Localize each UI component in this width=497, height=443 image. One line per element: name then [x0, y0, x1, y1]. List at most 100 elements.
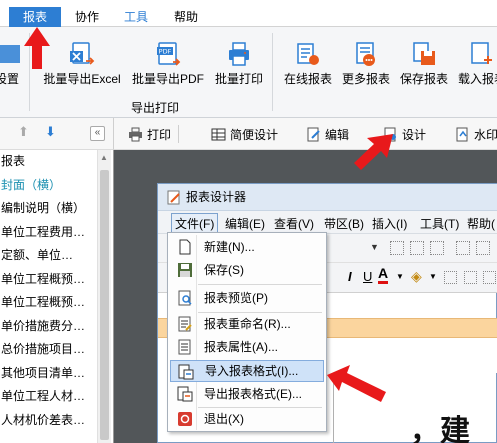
designer-title-bar[interactable]: 报表设计器 [158, 184, 497, 211]
watermark-button[interactable]: 水印 [455, 126, 497, 143]
tree-item[interactable]: 人材机价差表… [0, 409, 97, 433]
menu-item-exit[interactable]: 退出(X) [170, 408, 324, 430]
rename-icon [178, 316, 192, 332]
border-icon[interactable] [464, 271, 477, 284]
menu-item-new[interactable]: 新建(N)... [170, 236, 324, 258]
tab-report[interactable]: 报表 [9, 7, 61, 27]
menu-item-rename[interactable]: 报表重命名(R)... [170, 313, 324, 335]
report-tree: 报表 封面（横） 编制说明（横） 单位工程费用… 定额、单位… 单位工程概预… … [0, 150, 97, 443]
fill-color-icon[interactable]: ◈ [411, 268, 422, 285]
online-report-button[interactable]: 在线报表 [282, 41, 334, 87]
align-right-icon[interactable] [430, 241, 444, 255]
tree-item[interactable]: 单价措施费分… [0, 315, 97, 339]
menu-item-preview[interactable]: 报表预览(P) [170, 287, 324, 309]
align-left-icon[interactable] [390, 241, 404, 255]
printer-icon [229, 42, 249, 66]
menu-item-save[interactable]: 保存(S) [170, 259, 324, 281]
tab-help[interactable]: 帮助 [168, 7, 204, 27]
watermark-icon [456, 127, 468, 142]
load-report-button[interactable]: 载入报表 [456, 41, 497, 87]
annotation-arrow-design-icon [354, 134, 393, 170]
align-bottom-icon[interactable] [476, 241, 490, 255]
underline-icon[interactable]: U [363, 269, 372, 284]
border-icon[interactable] [444, 271, 457, 284]
batch-print-button[interactable]: 批量打印 [212, 41, 266, 87]
save-report-button[interactable]: 保存报表 [398, 41, 450, 87]
collapse-panel-button[interactable]: « [90, 126, 105, 141]
border-icon[interactable] [483, 271, 496, 284]
dropdown-arrow-icon[interactable]: ▼ [370, 242, 379, 252]
settings-button[interactable]: 设置 [0, 41, 20, 87]
simple-design-button[interactable]: 简便设计 [211, 126, 278, 143]
tree-item[interactable]: 总价措施项目… [0, 338, 97, 362]
menu-tab-bar: 报表 协作 工具 帮助 [0, 0, 497, 27]
menu-item-export-format[interactable]: 导出报表格式(E)... [170, 383, 324, 405]
menu-file[interactable]: 文件(F) [171, 213, 219, 234]
tree-item[interactable]: 报表 [0, 150, 97, 174]
tree-item[interactable]: 定额、单位… [0, 244, 97, 268]
batch-export-excel-button[interactable]: 批量导出Excel [42, 41, 122, 87]
tree-item[interactable]: 单位工程人材… [0, 385, 97, 409]
preview-icon [178, 290, 192, 306]
move-down-icon[interactable]: ⬇ [45, 124, 56, 140]
annotation-arrow-up-icon [24, 27, 50, 69]
tree-scrollbar[interactable]: ▲ [97, 150, 111, 443]
dropdown-arrow-icon[interactable]: ▼ [429, 272, 437, 281]
more-reports-icon [356, 42, 375, 66]
menu-item-properties[interactable]: 报表属性(A)... [170, 336, 324, 358]
align-top-icon[interactable] [456, 241, 470, 255]
export-format-icon [177, 386, 193, 402]
tree-item[interactable]: 其他项目清单… [0, 362, 97, 386]
properties-icon [178, 339, 191, 355]
pdf-export-icon: PDF [157, 42, 181, 66]
annotation-arrow-import-icon [327, 365, 386, 402]
font-color-icon[interactable]: A [378, 266, 389, 284]
tab-tools[interactable]: 工具 [118, 7, 154, 27]
tree-item[interactable]: 单位工程概预… [0, 268, 97, 292]
ribbon: 设置 批量导出Excel PDF 批量导出PDF 批量打印 在线报表 更多报表 … [0, 27, 497, 118]
ribbon-separator [272, 33, 273, 111]
tab-collaborate[interactable]: 协作 [69, 7, 105, 27]
menu-edit[interactable]: 编辑(E) [225, 215, 265, 232]
tree-item[interactable]: 编制说明（横） [0, 197, 97, 221]
menu-view[interactable]: 查看(V) [274, 215, 314, 232]
align-center-icon[interactable] [410, 241, 424, 255]
ribbon-group-label: 导出打印 [131, 101, 180, 115]
svg-text:PDF: PDF [159, 48, 172, 56]
print-button[interactable]: 打印 [128, 126, 171, 143]
tree-item[interactable]: 单位工程概预… [0, 291, 97, 315]
save-report-icon [413, 42, 435, 65]
preview-toolbar: 打印 简便设计 编辑 设计 水印 [113, 118, 497, 150]
batch-export-pdf-button[interactable]: PDF 批量导出PDF [131, 41, 205, 87]
tree-toolbar: ⬆ ⬇ « [0, 118, 113, 150]
printer-icon [129, 127, 142, 142]
menu-separator [198, 284, 322, 285]
load-report-icon [471, 42, 492, 64]
tree-item-selected[interactable]: 封面（横） [0, 174, 97, 198]
edit-button[interactable]: 编辑 [306, 126, 349, 143]
italic-icon[interactable]: I [348, 269, 352, 284]
menu-band[interactable]: 带区(B) [324, 215, 364, 232]
menu-help[interactable]: 帮助( [467, 215, 495, 232]
scrollbar-thumb[interactable] [100, 170, 109, 440]
scroll-up-icon[interactable]: ▲ [100, 153, 108, 162]
tree-item[interactable]: 单位工程费用… [0, 221, 97, 245]
save-icon [178, 263, 192, 277]
new-file-icon [179, 239, 191, 255]
designer-app-icon [167, 190, 180, 205]
move-up-icon[interactable]: ⬆ [18, 124, 29, 140]
table-icon [211, 128, 226, 141]
excel-export-icon [70, 42, 95, 65]
dropdown-arrow-icon[interactable]: ▼ [396, 272, 404, 281]
online-report-icon [297, 43, 319, 65]
menu-insert[interactable]: 插入(I) [372, 215, 407, 232]
canvas-text[interactable]: ，建 [410, 406, 470, 443]
menu-tools[interactable]: 工具(T) [420, 215, 459, 232]
toolbar-separator [178, 125, 179, 143]
menu-item-import-format[interactable]: 导入报表格式(I)... [170, 360, 324, 382]
edit-icon [307, 127, 320, 142]
designer-menu-bar: 文件(F) 编辑(E) 查看(V) 带区(B) 插入(I) 工具(T) 帮助( [158, 211, 497, 234]
more-reports-button[interactable]: 更多报表 [340, 41, 392, 87]
exit-icon [178, 412, 192, 426]
settings-icon [0, 45, 20, 63]
